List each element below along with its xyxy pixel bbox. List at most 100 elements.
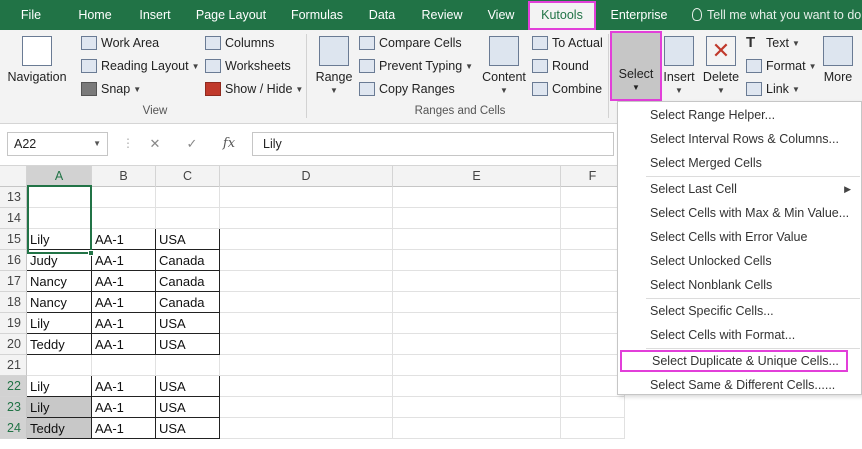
empty-cell[interactable] (220, 397, 393, 418)
cell-c[interactable]: Canada (156, 250, 220, 271)
insert-function-icon[interactable]: fx (217, 132, 241, 156)
cell-a[interactable] (27, 208, 92, 229)
menu-select-unlocked-cells[interactable]: Select Unlocked Cells (618, 250, 861, 272)
cell-b[interactable]: AA-1 (92, 418, 156, 439)
column-header-f[interactable]: F (561, 166, 625, 187)
cell-a[interactable]: Lily (27, 397, 92, 418)
more-button[interactable]: More (818, 36, 858, 84)
cell-a[interactable]: Judy (27, 250, 92, 271)
empty-cell[interactable] (220, 418, 393, 439)
select-button[interactable]: Select ▼ (610, 31, 662, 101)
cell-b[interactable]: AA-1 (92, 271, 156, 292)
show-hide-button[interactable]: Show / Hide ▼ (205, 79, 303, 99)
tab-file[interactable]: File (8, 0, 54, 30)
row-header[interactable]: 15 (0, 229, 27, 250)
cell-c[interactable]: USA (156, 334, 220, 355)
row-header[interactable]: 20 (0, 334, 27, 355)
menu-select-last-cell[interactable]: Select Last Cell ▶ (618, 178, 861, 200)
empty-cell[interactable] (393, 376, 561, 397)
row-header[interactable]: 23 (0, 397, 27, 418)
to-actual-button[interactable]: To Actual (532, 33, 603, 53)
column-header-a[interactable]: A (27, 166, 92, 187)
empty-cell[interactable] (393, 334, 561, 355)
menu-select-specific-cells[interactable]: Select Specific Cells... (618, 300, 861, 322)
row-header[interactable]: 19 (0, 313, 27, 334)
empty-cell[interactable] (220, 229, 393, 250)
tab-view[interactable]: View (479, 0, 523, 30)
empty-cell[interactable] (220, 334, 393, 355)
cell-b[interactable]: AA-1 (92, 313, 156, 334)
menu-select-max-min[interactable]: Select Cells with Max & Min Value... (618, 202, 861, 224)
cell-a[interactable]: Lily (27, 229, 92, 250)
menu-select-range-helper[interactable]: Select Range Helper... (618, 104, 861, 126)
row-header[interactable]: 13 (0, 187, 27, 208)
cell-b[interactable] (92, 187, 156, 208)
menu-select-merged-cells[interactable]: Select Merged Cells (618, 152, 861, 174)
empty-cell[interactable] (393, 292, 561, 313)
enter-icon[interactable]: ✓ (180, 132, 204, 156)
navigation-button[interactable]: Navigation (6, 36, 68, 84)
empty-cell[interactable] (220, 376, 393, 397)
cell-a[interactable]: Nancy (27, 292, 92, 313)
empty-cell[interactable] (393, 229, 561, 250)
cancel-icon[interactable]: ✕ (143, 132, 167, 156)
empty-cell[interactable] (220, 313, 393, 334)
empty-cell[interactable] (561, 334, 625, 355)
empty-cell[interactable] (561, 418, 625, 439)
cell-c[interactable] (156, 187, 220, 208)
round-button[interactable]: Round (532, 56, 589, 76)
empty-cell[interactable] (393, 355, 561, 376)
compare-cells-button[interactable]: Compare Cells (359, 33, 462, 53)
cell-b[interactable] (92, 208, 156, 229)
empty-cell[interactable] (220, 208, 393, 229)
reading-layout-button[interactable]: Reading Layout ▼ (81, 56, 200, 76)
snap-button[interactable]: Snap ▼ (81, 79, 141, 99)
cell-b[interactable]: AA-1 (92, 376, 156, 397)
column-header-e[interactable]: E (393, 166, 561, 187)
empty-cell[interactable] (220, 292, 393, 313)
formula-input[interactable]: Lily (252, 132, 614, 156)
empty-cell[interactable] (561, 355, 625, 376)
cell-c[interactable] (156, 355, 220, 376)
cell-a[interactable] (27, 355, 92, 376)
column-header-b[interactable]: B (92, 166, 156, 187)
name-box[interactable]: A22 ▼ (7, 132, 108, 156)
empty-cell[interactable] (561, 397, 625, 418)
cell-b[interactable]: AA-1 (92, 250, 156, 271)
cell-a[interactable]: Teddy (27, 418, 92, 439)
cell-c[interactable]: USA (156, 229, 220, 250)
format-button[interactable]: Format ▼ (746, 56, 817, 76)
menu-select-error-value[interactable]: Select Cells with Error Value (618, 226, 861, 248)
column-header-d[interactable]: D (220, 166, 393, 187)
menu-select-interval-rows-columns[interactable]: Select Interval Rows & Columns... (618, 128, 861, 150)
cell-a[interactable]: Lily (27, 313, 92, 334)
row-header[interactable]: 24 (0, 418, 27, 439)
range-button[interactable]: Range ▼ (312, 36, 356, 95)
cell-b[interactable]: AA-1 (92, 334, 156, 355)
fill-handle[interactable] (88, 250, 94, 256)
cell-a[interactable]: Nancy (27, 271, 92, 292)
copy-ranges-button[interactable]: Copy Ranges (359, 79, 455, 99)
empty-cell[interactable] (220, 250, 393, 271)
empty-cell[interactable] (393, 187, 561, 208)
cell-c[interactable]: USA (156, 376, 220, 397)
row-header[interactable]: 16 (0, 250, 27, 271)
work-area-button[interactable]: Work Area (81, 33, 159, 53)
empty-cell[interactable] (393, 271, 561, 292)
tell-me-box[interactable]: Tell me what you want to do (692, 0, 861, 30)
empty-cell[interactable] (220, 271, 393, 292)
cell-c[interactable]: Canada (156, 271, 220, 292)
empty-cell[interactable] (561, 208, 625, 229)
cell-c[interactable]: USA (156, 418, 220, 439)
empty-cell[interactable] (220, 355, 393, 376)
worksheets-button[interactable]: Worksheets (205, 56, 291, 76)
menu-select-nonblank-cells[interactable]: Select Nonblank Cells (618, 274, 861, 296)
cell-b[interactable]: AA-1 (92, 292, 156, 313)
empty-cell[interactable] (561, 271, 625, 292)
columns-button[interactable]: Columns (205, 33, 274, 53)
empty-cell[interactable] (561, 376, 625, 397)
tab-page-layout[interactable]: Page Layout (190, 0, 272, 30)
menu-select-cells-with-format[interactable]: Select Cells with Format... (618, 324, 861, 346)
tab-home[interactable]: Home (66, 0, 124, 30)
cell-a[interactable]: Lily (27, 376, 92, 397)
